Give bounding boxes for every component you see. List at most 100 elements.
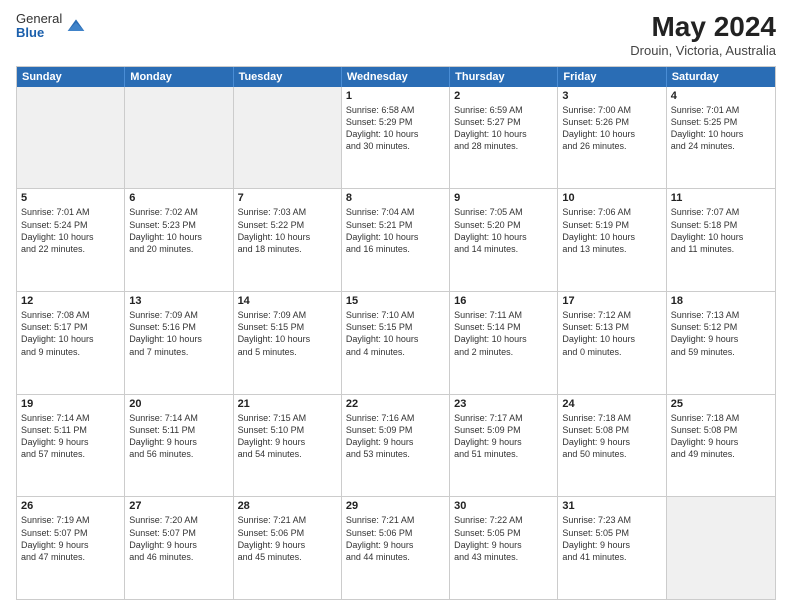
calendar-cell: 29 Sunrise: 7:21 AM Sunset: 5:06 PM Dayli… [342,497,450,599]
cell-info: Sunrise: 7:11 AM Sunset: 5:14 PM Dayligh… [454,309,553,358]
calendar-cell: 1 Sunrise: 6:58 AM Sunset: 5:29 PM Daylig… [342,87,450,189]
calendar-header: SundayMondayTuesdayWednesdayThursdayFrid… [17,67,775,87]
calendar-cell: 27 Sunrise: 7:20 AM Sunset: 5:07 PM Dayli… [125,497,233,599]
day-number: 18 [671,295,771,307]
day-number: 10 [562,192,661,204]
cell-info: Sunrise: 7:16 AM Sunset: 5:09 PM Dayligh… [346,412,445,461]
header-cell-tuesday: Tuesday [234,67,342,87]
cell-info: Sunrise: 7:04 AM Sunset: 5:21 PM Dayligh… [346,206,445,255]
cell-info: Sunrise: 7:18 AM Sunset: 5:08 PM Dayligh… [562,412,661,461]
header-cell-wednesday: Wednesday [342,67,450,87]
cell-info: Sunrise: 7:12 AM Sunset: 5:13 PM Dayligh… [562,309,661,358]
day-number: 30 [454,500,553,512]
title-section: May 2024 Drouin, Victoria, Australia [630,12,776,58]
calendar-cell: 9Sunrise: 7:05 AM Sunset: 5:20 PM Daylig… [450,189,558,291]
day-number: 4 [671,90,771,102]
header-cell-saturday: Saturday [667,67,775,87]
cell-info: Sunrise: 7:08 AM Sunset: 5:17 PM Dayligh… [21,309,120,358]
calendar-cell: 8Sunrise: 7:04 AM Sunset: 5:21 PM Daylig… [342,189,450,291]
calendar-cell: 12Sunrise: 7:08 AM Sunset: 5:17 PM Dayli… [17,292,125,394]
header-cell-thursday: Thursday [450,67,558,87]
day-number: 1 [346,90,445,102]
calendar-cell: 5 Sunrise: 7:01 AM Sunset: 5:24 PM Daylig… [17,189,125,291]
calendar-row-5: 26Sunrise: 7:19 AM Sunset: 5:07 PM Dayli… [17,496,775,599]
month-title: May 2024 [630,12,776,43]
day-number: 20 [129,398,228,410]
calendar: SundayMondayTuesdayWednesdayThursdayFrid… [16,66,776,600]
day-number: 16 [454,295,553,307]
day-number: 9 [454,192,553,204]
header-cell-sunday: Sunday [17,67,125,87]
day-number: 19 [21,398,120,410]
cell-info: Sunrise: 7:01 AM Sunset: 5:25 PM Dayligh… [671,104,771,153]
cell-info: Sunrise: 7:17 AM Sunset: 5:09 PM Dayligh… [454,412,553,461]
cell-info: Sunrise: 7:07 AM Sunset: 5:18 PM Dayligh… [671,206,771,255]
calendar-cell: 19 Sunrise: 7:14 AM Sunset: 5:11 PM Dayli… [17,395,125,497]
logo-general: General [16,12,62,26]
calendar-cell: 2 Sunrise: 6:59 AM Sunset: 5:27 PM Daylig… [450,87,558,189]
cell-info: Sunrise: 7:20 AM Sunset: 5:07 PM Dayligh… [129,514,228,563]
location: Drouin, Victoria, Australia [630,43,776,58]
header-cell-friday: Friday [558,67,666,87]
day-number: 7 [238,192,337,204]
calendar-cell: 6Sunrise: 7:02 AM Sunset: 5:23 PM Daylig… [125,189,233,291]
cell-info: Sunrise: 7:09 AM Sunset: 5:15 PM Dayligh… [238,309,337,358]
calendar-cell: 30 Sunrise: 7:22 AM Sunset: 5:05 PM Dayli… [450,497,558,599]
cell-info: Sunrise: 7:22 AM Sunset: 5:05 PM Dayligh… [454,514,553,563]
calendar-row-4: 19 Sunrise: 7:14 AM Sunset: 5:11 PM Dayli… [17,394,775,497]
day-number: 15 [346,295,445,307]
cell-info: Sunrise: 7:14 AM Sunset: 5:11 PM Dayligh… [21,412,120,461]
day-number: 3 [562,90,661,102]
calendar-cell: 14 Sunrise: 7:09 AM Sunset: 5:15 PM Dayli… [234,292,342,394]
calendar-cell: 21Sunrise: 7:15 AM Sunset: 5:10 PM Dayli… [234,395,342,497]
calendar-row-1: 1 Sunrise: 6:58 AM Sunset: 5:29 PM Daylig… [17,87,775,189]
header-cell-monday: Monday [125,67,233,87]
calendar-cell: 16 Sunrise: 7:11 AM Sunset: 5:14 PM Dayli… [450,292,558,394]
calendar-cell: 17Sunrise: 7:12 AM Sunset: 5:13 PM Dayli… [558,292,666,394]
calendar-cell: 15 Sunrise: 7:10 AM Sunset: 5:15 PM Dayli… [342,292,450,394]
cell-info: Sunrise: 7:01 AM Sunset: 5:24 PM Dayligh… [21,206,120,255]
day-number: 2 [454,90,553,102]
logo: General Blue [16,12,86,41]
day-number: 29 [346,500,445,512]
calendar-cell: 28Sunrise: 7:21 AM Sunset: 5:06 PM Dayli… [234,497,342,599]
calendar-cell [234,87,342,189]
day-number: 24 [562,398,661,410]
logo-text: General Blue [16,12,62,41]
calendar-cell: 25Sunrise: 7:18 AM Sunset: 5:08 PM Dayli… [667,395,775,497]
calendar-cell [125,87,233,189]
calendar-cell: 4 Sunrise: 7:01 AM Sunset: 5:25 PM Daylig… [667,87,775,189]
day-number: 26 [21,500,120,512]
cell-info: Sunrise: 7:03 AM Sunset: 5:22 PM Dayligh… [238,206,337,255]
day-number: 28 [238,500,337,512]
calendar-cell: 20 Sunrise: 7:14 AM Sunset: 5:11 PM Dayli… [125,395,233,497]
calendar-cell: 13Sunrise: 7:09 AM Sunset: 5:16 PM Dayli… [125,292,233,394]
cell-info: Sunrise: 7:21 AM Sunset: 5:06 PM Dayligh… [346,514,445,563]
calendar-cell: 22 Sunrise: 7:16 AM Sunset: 5:09 PM Dayli… [342,395,450,497]
day-number: 22 [346,398,445,410]
calendar-cell [17,87,125,189]
calendar-body: 1 Sunrise: 6:58 AM Sunset: 5:29 PM Daylig… [17,87,775,599]
day-number: 5 [21,192,120,204]
cell-info: Sunrise: 6:59 AM Sunset: 5:27 PM Dayligh… [454,104,553,153]
page: General Blue May 2024 Drouin, Victoria, … [0,0,792,612]
cell-info: Sunrise: 7:09 AM Sunset: 5:16 PM Dayligh… [129,309,228,358]
calendar-cell: 24 Sunrise: 7:18 AM Sunset: 5:08 PM Dayli… [558,395,666,497]
calendar-cell: 23Sunrise: 7:17 AM Sunset: 5:09 PM Dayli… [450,395,558,497]
calendar-cell: 7 Sunrise: 7:03 AM Sunset: 5:22 PM Daylig… [234,189,342,291]
calendar-cell: 26Sunrise: 7:19 AM Sunset: 5:07 PM Dayli… [17,497,125,599]
day-number: 11 [671,192,771,204]
calendar-cell: 18Sunrise: 7:13 AM Sunset: 5:12 PM Dayli… [667,292,775,394]
cell-info: Sunrise: 7:18 AM Sunset: 5:08 PM Dayligh… [671,412,771,461]
cell-info: Sunrise: 7:14 AM Sunset: 5:11 PM Dayligh… [129,412,228,461]
day-number: 27 [129,500,228,512]
cell-info: Sunrise: 7:23 AM Sunset: 5:05 PM Dayligh… [562,514,661,563]
calendar-cell: 31Sunrise: 7:23 AM Sunset: 5:05 PM Dayli… [558,497,666,599]
cell-info: Sunrise: 6:58 AM Sunset: 5:29 PM Dayligh… [346,104,445,153]
day-number: 14 [238,295,337,307]
calendar-cell: 10Sunrise: 7:06 AM Sunset: 5:19 PM Dayli… [558,189,666,291]
calendar-cell: 3Sunrise: 7:00 AM Sunset: 5:26 PM Daylig… [558,87,666,189]
cell-info: Sunrise: 7:15 AM Sunset: 5:10 PM Dayligh… [238,412,337,461]
logo-icon [66,16,86,36]
cell-info: Sunrise: 7:10 AM Sunset: 5:15 PM Dayligh… [346,309,445,358]
